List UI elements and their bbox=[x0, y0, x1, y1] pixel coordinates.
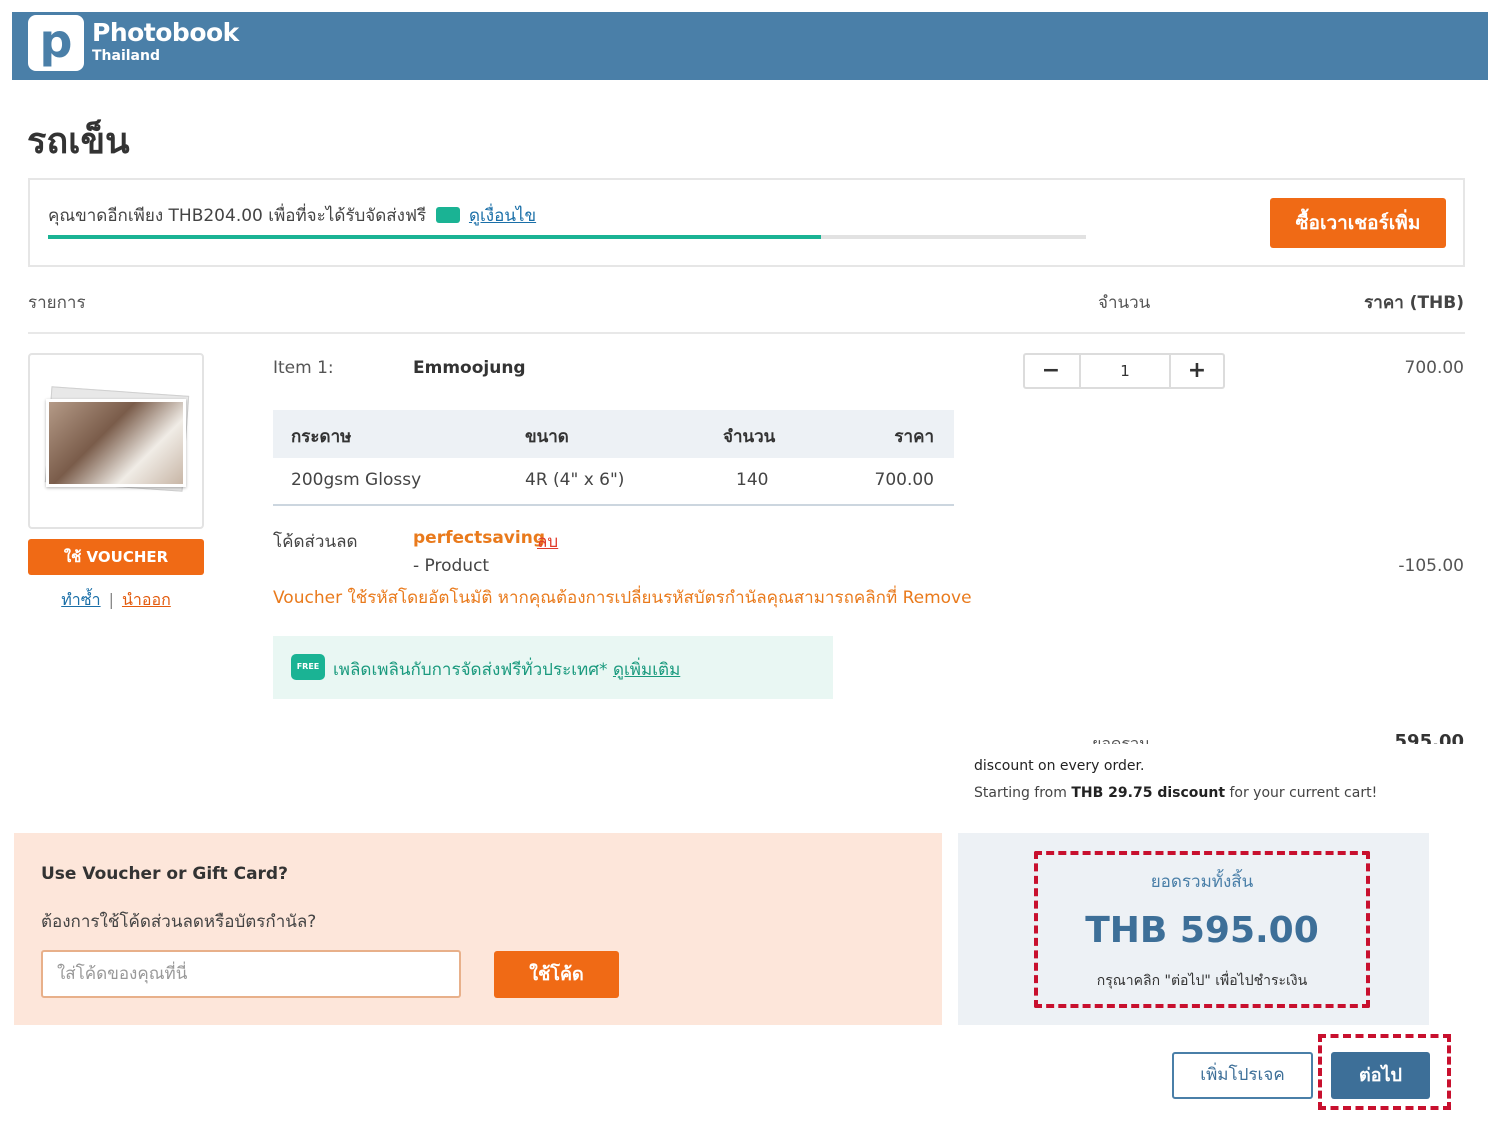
free-shipping-message: เพลิดเพลินกับการจัดส่งฟรีทั่วประเทศ* ดูเ… bbox=[333, 656, 680, 683]
quantity-stepper: − 1 + bbox=[1023, 353, 1225, 389]
shipping-conditions-link[interactable]: ดูเงื่อนไข bbox=[469, 206, 536, 226]
discount-label: โค้ดส่วนลด bbox=[273, 532, 358, 552]
page-title: รถเข็น bbox=[27, 121, 130, 162]
promo-line-1: discount on every order. bbox=[974, 758, 1145, 774]
spec-header-quantity: จำนวน bbox=[723, 427, 776, 447]
link-separator: | bbox=[108, 590, 114, 609]
brand-subtitle: Thailand bbox=[92, 48, 160, 64]
decrease-quantity-button[interactable]: − bbox=[1025, 355, 1077, 387]
voucher-panel-title: Use Voucher or Gift Card? bbox=[41, 864, 288, 884]
header-divider bbox=[28, 332, 1465, 334]
table-row: 200gsm Glossy 4R (4" x 6") 140 700.00 bbox=[273, 458, 954, 506]
brand-name: Photobook bbox=[92, 18, 239, 47]
discount-amount: -105.00 bbox=[1398, 556, 1464, 576]
spec-table-header: กระดาษ ขนาด จำนวน ราคา bbox=[273, 410, 954, 458]
spec-cell-price: 700.00 bbox=[874, 470, 934, 490]
top-header: p Photobook Thailand bbox=[12, 12, 1488, 80]
spec-header-price: ราคา bbox=[894, 427, 934, 447]
product-thumbnail[interactable] bbox=[28, 353, 204, 529]
free-shipping-banner: FREE เพลิดเพลินกับการจัดส่งฟรีทั่วประเทศ… bbox=[273, 636, 833, 699]
logo-letter: p bbox=[39, 14, 73, 68]
apply-code-button[interactable]: ใช้โค้ด bbox=[494, 951, 619, 998]
subtotal-label: ยอดรวม bbox=[1092, 734, 1150, 744]
item-actions: ทำซ้ำ | นำออก bbox=[28, 588, 204, 613]
add-project-button[interactable]: เพิ่มโปรเจค bbox=[1172, 1052, 1313, 1099]
voucher-code-input[interactable] bbox=[41, 950, 461, 998]
spec-header-size: ขนาด bbox=[525, 427, 569, 447]
quantity-value[interactable]: 1 bbox=[1079, 355, 1171, 387]
voucher-panel: Use Voucher or Gift Card? ต้องการใช้โค้ด… bbox=[14, 833, 942, 1025]
remove-link[interactable]: นำออก bbox=[122, 590, 171, 609]
delete-discount-link[interactable]: ลบ bbox=[537, 528, 558, 555]
item-name: Emmoojung bbox=[413, 358, 526, 378]
shipping-progress-fill bbox=[48, 235, 822, 239]
voucher-panel-question: ต้องการใช้โค้ดส่วนลดหรือบัตรกำนัล? bbox=[41, 912, 317, 932]
grand-total-label: ยอดรวมทั้งสิ้น bbox=[1150, 872, 1254, 892]
brand-logo[interactable]: p bbox=[28, 15, 84, 71]
free-truck-icon: FREE bbox=[291, 654, 325, 680]
voucher-note: Voucher ใช้รหัสโดยอัตโนมัติ หากคุณต้องกา… bbox=[273, 588, 972, 608]
duplicate-link[interactable]: ทำซ้ำ bbox=[61, 590, 100, 609]
column-header-price: ราคา (THB) bbox=[1364, 293, 1464, 313]
shipping-message-text: คุณขาดอีกเพียง THB204.00 เพื่อที่จะได้รั… bbox=[48, 206, 427, 226]
grand-total-amount: THB 595.00 bbox=[1085, 910, 1319, 951]
photo-print-image bbox=[46, 399, 186, 487]
promo-line-2: Starting from THB 29.75 discount for you… bbox=[974, 785, 1377, 801]
increase-quantity-button[interactable]: + bbox=[1171, 355, 1223, 387]
truck-icon bbox=[435, 207, 460, 223]
free-shipping-text: เพลิดเพลินกับการจัดส่งฟรีทั่วประเทศ* bbox=[333, 660, 608, 680]
see-more-link[interactable]: ดูเพิ่มเติม bbox=[613, 660, 680, 680]
use-voucher-button[interactable]: ใช้ VOUCHER bbox=[28, 539, 204, 575]
shipping-message: คุณขาดอีกเพียง THB204.00 เพื่อที่จะได้รั… bbox=[48, 202, 536, 229]
spec-header-paper: กระดาษ bbox=[291, 427, 352, 447]
checkout-hint: กรุณาคลิก "ต่อไป" เพื่อไปชำระเงิน bbox=[1096, 973, 1308, 989]
free-shipping-progress-box: คุณขาดอีกเพียง THB204.00 เพื่อที่จะได้รั… bbox=[28, 178, 1465, 267]
item-label: Item 1: bbox=[273, 358, 334, 378]
column-header-quantity: จำนวน bbox=[1098, 293, 1151, 313]
column-header-items: รายการ bbox=[28, 293, 86, 313]
shipping-progress-bar bbox=[48, 235, 1086, 239]
promo-prefix: Starting from bbox=[974, 785, 1067, 801]
next-button[interactable]: ต่อไป bbox=[1331, 1052, 1430, 1099]
spec-cell-size: 4R (4" x 6") bbox=[525, 470, 625, 490]
subtotal-value: 595.00 bbox=[1394, 731, 1464, 744]
discount-code: perfectsaving bbox=[413, 528, 545, 548]
promo-discount: THB 29.75 discount bbox=[1071, 785, 1226, 801]
discount-applies-to: - Product bbox=[413, 556, 490, 576]
subtotal-row: ยอดรวม 595.00 bbox=[1000, 728, 1470, 744]
spec-cell-paper: 200gsm Glossy bbox=[291, 470, 422, 490]
spec-cell-quantity: 140 bbox=[736, 470, 769, 490]
promo-suffix: for your current cart! bbox=[1229, 785, 1378, 801]
item-price: 700.00 bbox=[1404, 358, 1464, 378]
buy-more-voucher-button[interactable]: ซื้อเวาเชอร์เพิ่ม bbox=[1270, 198, 1446, 248]
